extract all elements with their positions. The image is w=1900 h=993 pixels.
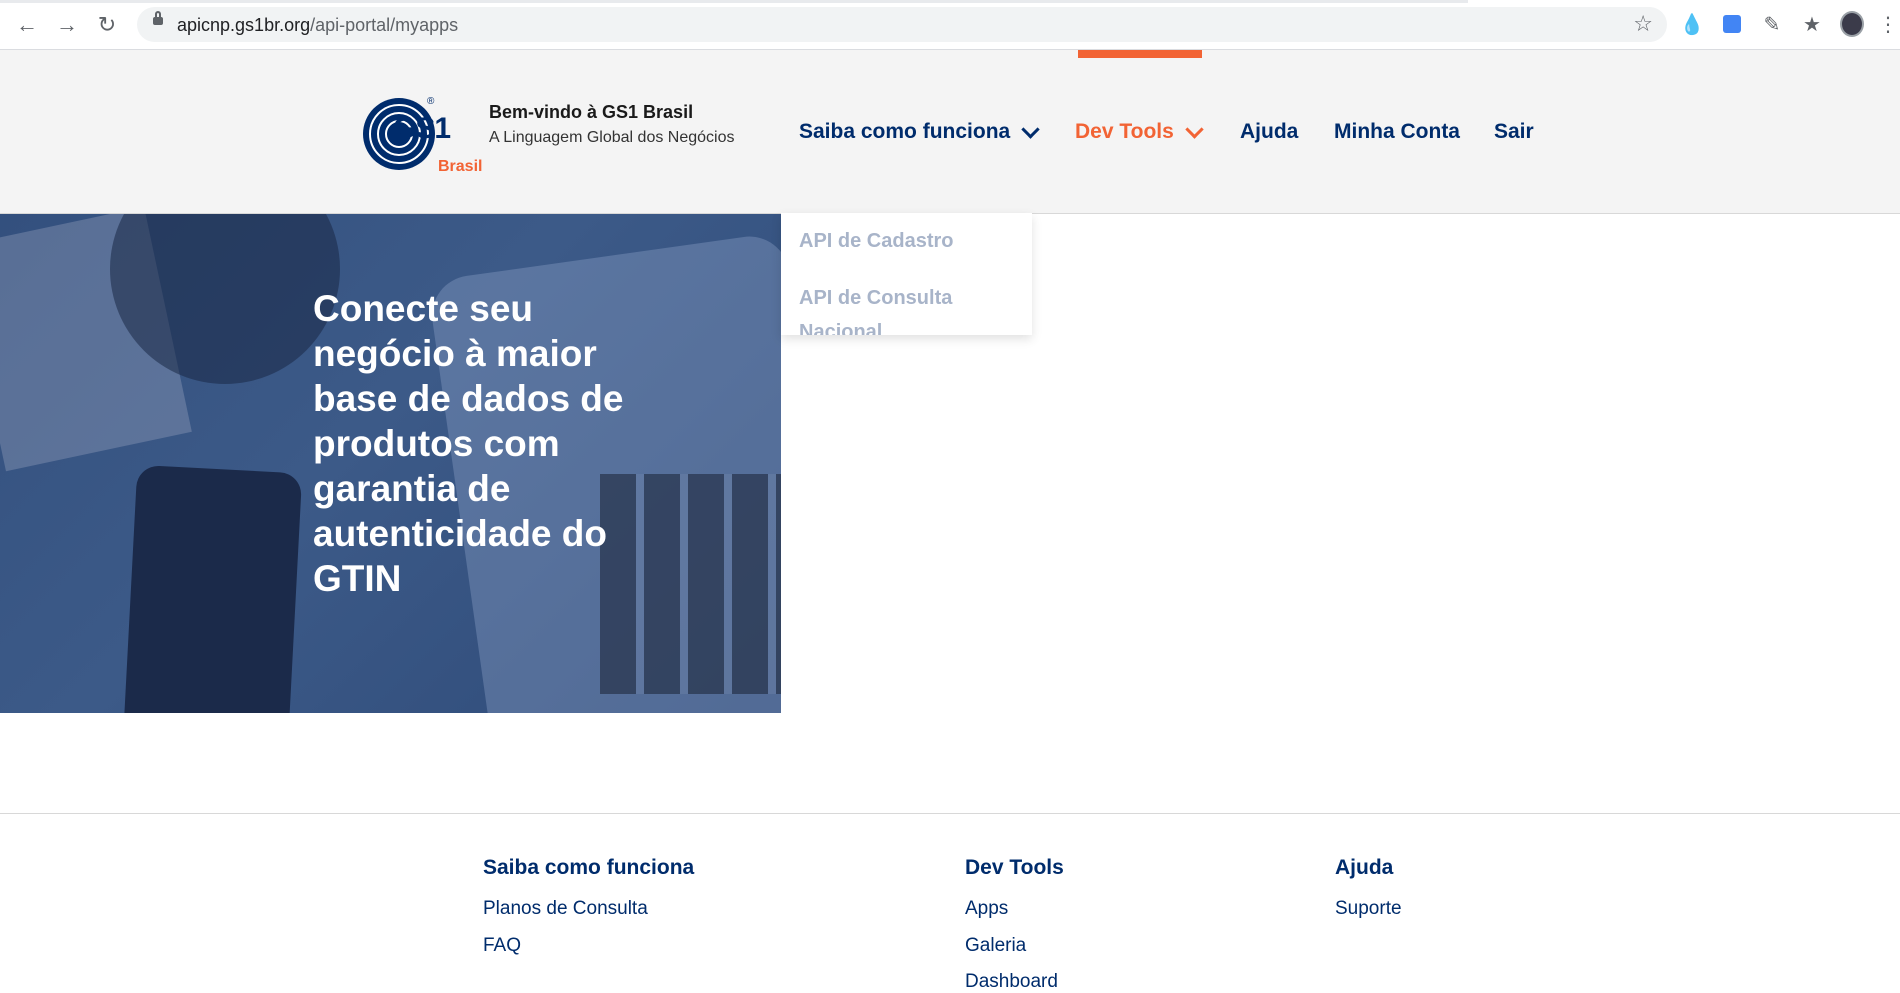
- active-menu-indicator: [1078, 50, 1202, 58]
- footer-link-galeria[interactable]: Galeria: [965, 935, 1026, 957]
- welcome-text: Bem-vindo à GS1 Brasil: [489, 102, 694, 122]
- dropdown-item-nacional[interactable]: Nacional: [799, 321, 882, 335]
- droplet-extension-icon[interactable]: 💧: [1680, 12, 1705, 36]
- tagline-text: A Linguagem Global dos Negócios: [489, 129, 735, 146]
- dropdown-item-api-cadastro[interactable]: API de Cadastro: [799, 230, 953, 253]
- logo-text: GS1: [393, 112, 451, 145]
- registered-mark: ®: [427, 96, 435, 107]
- footer-link-suporte[interactable]: Suporte: [1335, 898, 1402, 920]
- dev-tools-dropdown: API de Cadastro API de Consulta Nacional: [781, 213, 1032, 335]
- hero-headline: Conecte seu negócio à maior base de dado…: [313, 288, 624, 599]
- footer-link-faq[interactable]: FAQ: [483, 935, 521, 957]
- logo-sub: Brasil: [438, 158, 483, 175]
- menu-sair[interactable]: Sair: [1494, 120, 1534, 144]
- gs1-brasil-logo[interactable]: GS1 ® Brasil: [363, 96, 483, 178]
- puzzle-extensions-icon[interactable]: ★: [1800, 12, 1824, 36]
- url-text[interactable]: apicnp.gs1br.org/api-portal/myapps: [177, 15, 458, 36]
- profile-avatar[interactable]: [1840, 11, 1864, 37]
- smartphone-graphic: [122, 464, 303, 713]
- hero-banner: Conecte seu negócio à maior base de dado…: [0, 214, 781, 713]
- menu-minha-conta[interactable]: Minha Conta: [1334, 120, 1460, 144]
- footer-divider: [0, 813, 1900, 814]
- reload-icon[interactable]: ↻: [94, 12, 120, 38]
- chevron-down-icon: [1021, 119, 1040, 139]
- browser-menu-icon[interactable]: ⋮: [1876, 12, 1900, 36]
- footer-heading-dev-tools[interactable]: Dev Tools: [965, 856, 1064, 880]
- footer-link-apps[interactable]: Apps: [965, 898, 1008, 920]
- loading-bar: [0, 0, 1468, 3]
- site-header: GS1 ® Brasil Bem-vindo à GS1 Brasil A Li…: [0, 50, 1900, 214]
- menu-ajuda[interactable]: Ajuda: [1240, 120, 1298, 144]
- bookmark-star-icon[interactable]: ☆: [1633, 11, 1653, 37]
- dropdown-item-api-consulta[interactable]: API de Consulta: [799, 287, 952, 310]
- lock-icon[interactable]: [153, 11, 163, 25]
- address-bar[interactable]: apicnp.gs1br.org/api-portal/myapps ☆: [137, 7, 1667, 42]
- footer-link-planos[interactable]: Planos de Consulta: [483, 898, 648, 920]
- back-arrow-icon[interactable]: ←: [14, 12, 40, 38]
- footer-heading-saiba[interactable]: Saiba como funciona: [483, 856, 694, 880]
- forward-arrow-icon[interactable]: →: [54, 12, 80, 38]
- footer-heading-ajuda[interactable]: Ajuda: [1335, 856, 1393, 880]
- chevron-down-icon: [1185, 119, 1204, 139]
- extension-icon[interactable]: [1720, 12, 1744, 36]
- browser-toolbar: ← → ↻ apicnp.gs1br.org/api-portal/myapps…: [0, 0, 1900, 50]
- menu-dev-tools[interactable]: Dev Tools: [1075, 119, 1204, 144]
- eyedropper-extension-icon[interactable]: ✎: [1760, 12, 1784, 36]
- menu-saiba-como-funciona[interactable]: Saiba como funciona: [799, 119, 1040, 144]
